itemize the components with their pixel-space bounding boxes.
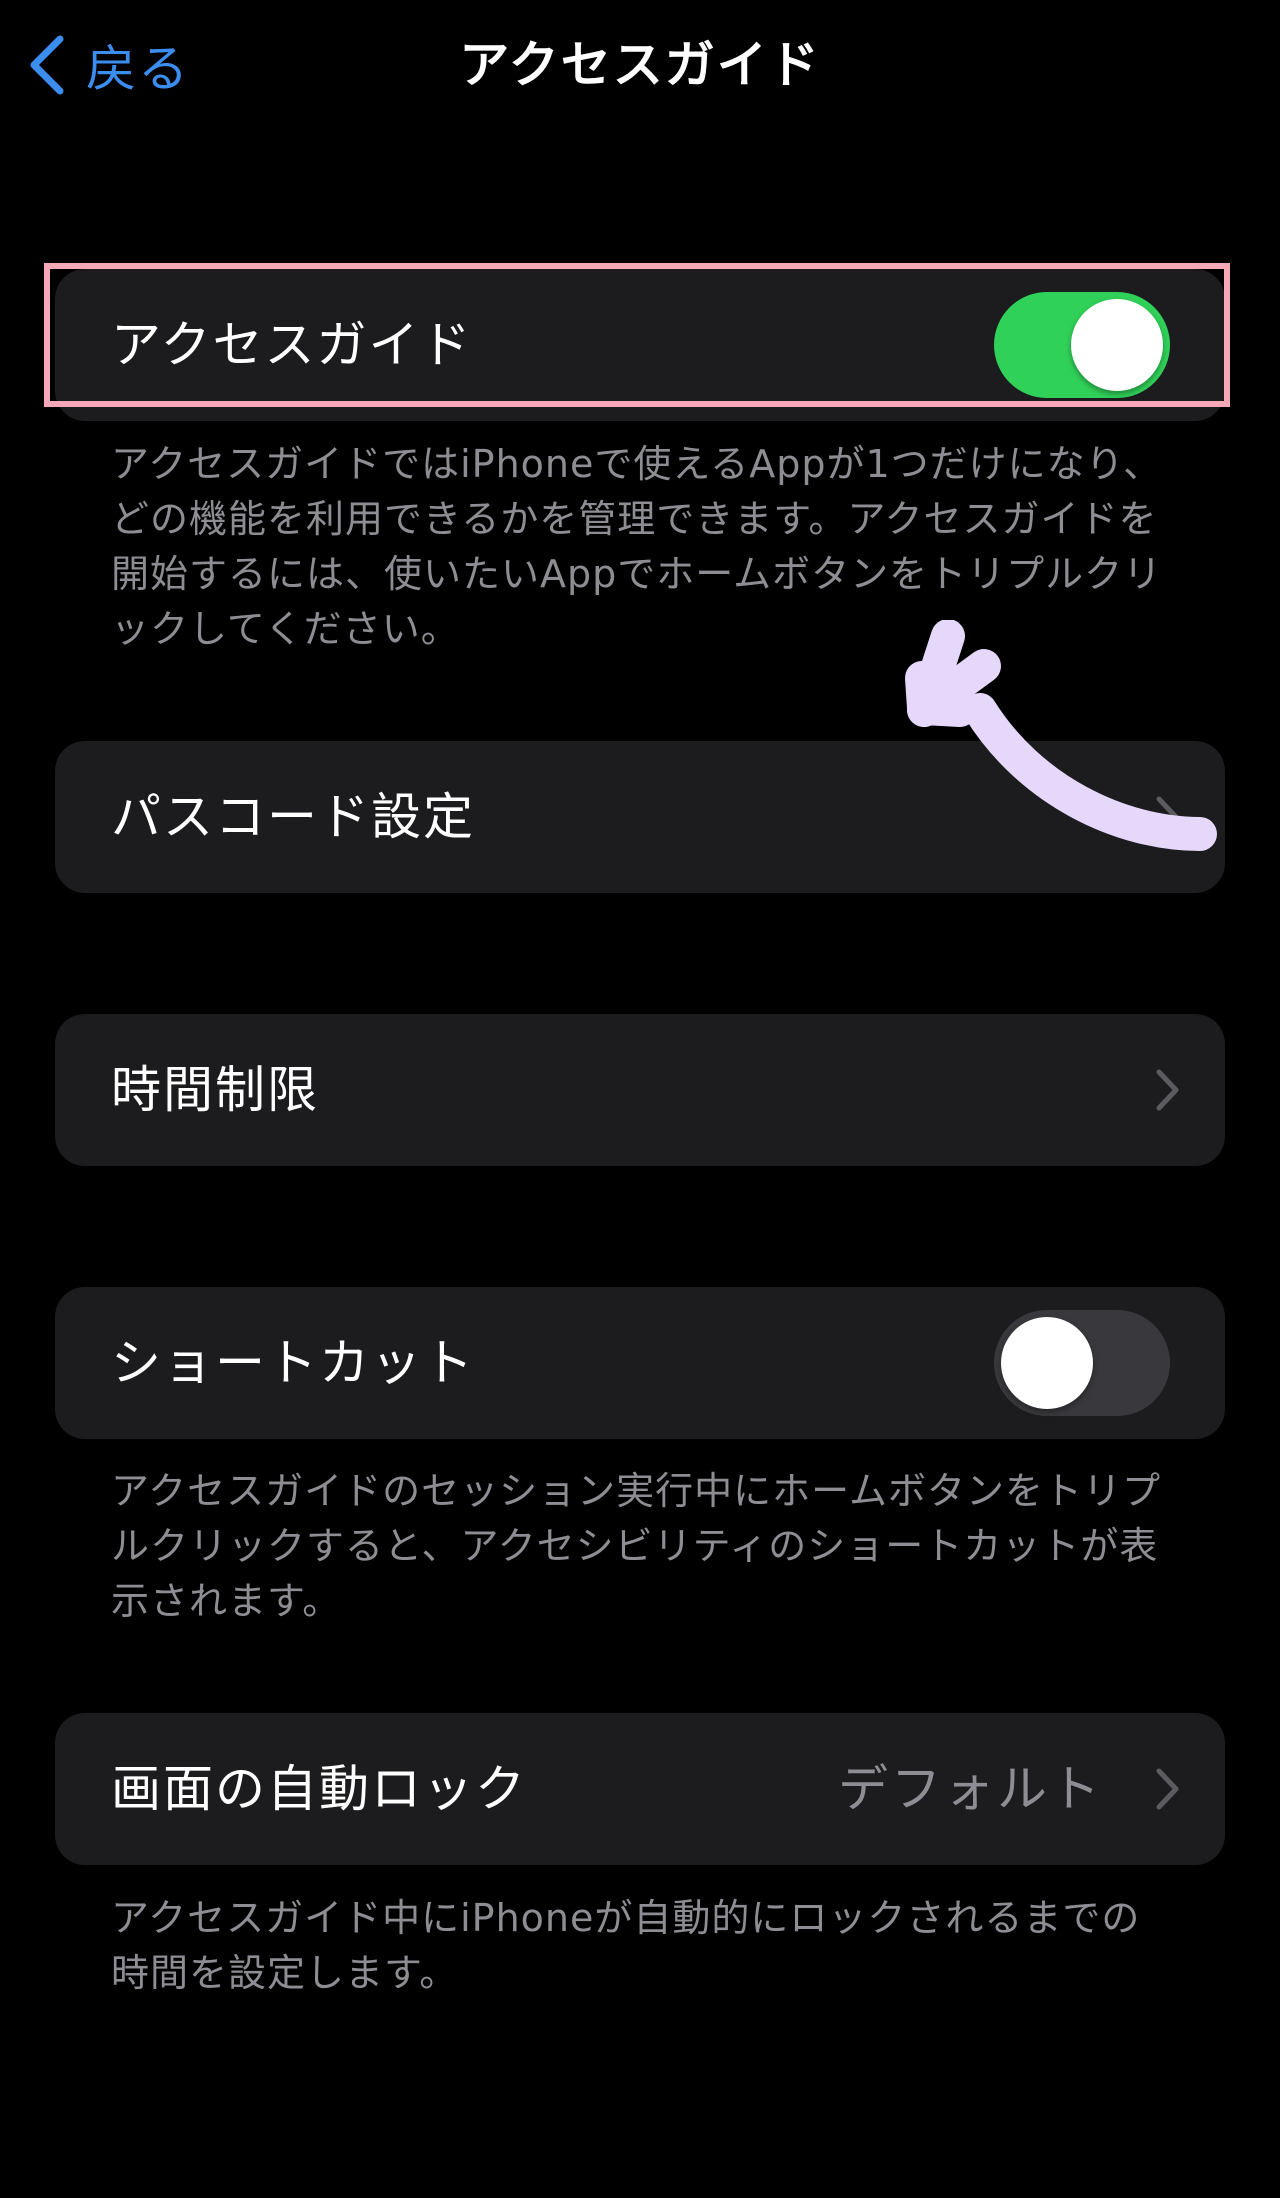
annotation-arrow-icon: [905, 620, 1217, 851]
shortcut-label: ショートカット: [111, 1334, 475, 1392]
auto-lock-description: アクセスガイド中にiPhoneが自動的にロックされるまでの時間を設定します。: [111, 1896, 1141, 1995]
shortcut-row: ショートカット: [55, 1287, 1225, 1439]
chevron-right-icon: [1156, 1768, 1179, 1810]
auto-lock-row[interactable]: 画面の自動ロック デフォルト: [55, 1713, 1225, 1865]
shortcut-toggle[interactable]: [994, 1310, 1170, 1416]
auto-lock-value: デフォルト: [838, 1760, 1103, 1818]
auto-lock-label: 画面の自動ロック: [111, 1760, 527, 1818]
time-limits-row[interactable]: 時間制限: [55, 1014, 1225, 1166]
passcode-settings-label: パスコード設定: [111, 788, 475, 846]
chevron-right-icon: [1156, 1069, 1179, 1111]
toggle-knob: [1001, 1317, 1093, 1409]
shortcut-description: アクセスガイドのセッション実行中にホームボタンをトリプルクリックすると、アクセシ…: [111, 1469, 1161, 1623]
navigation-bar: 戻る アクセスガイド: [0, 0, 1280, 130]
time-limits-label: 時間制限: [111, 1061, 319, 1119]
page-title: アクセスガイド: [459, 36, 821, 94]
highlight-annotation: [44, 263, 1230, 407]
